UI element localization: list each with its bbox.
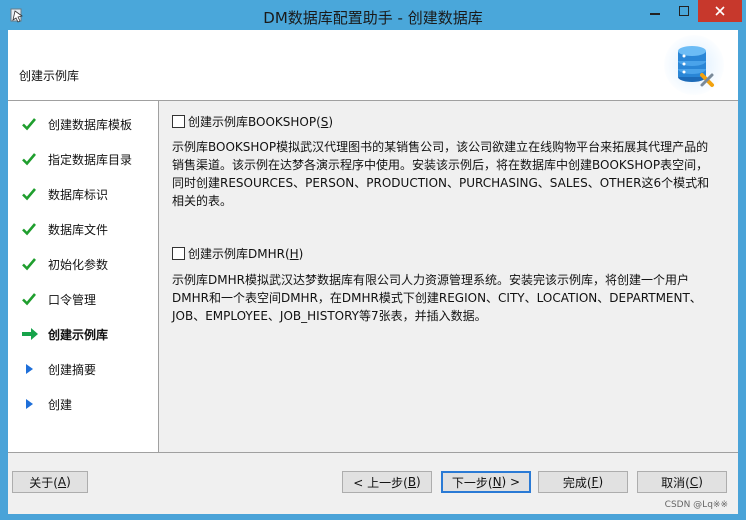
step-summary: 创建摘要 xyxy=(22,359,96,379)
bookshop-description: 示例库BOOKSHOP模拟武汉代理图书的某销售公司，该公司欲建立在线购物平台来拓… xyxy=(172,138,717,210)
dmhr-description: 示例库DMHR模拟武汉达梦数据库有限公司人力资源管理系统。安装完该示例库，将创建… xyxy=(172,271,717,325)
bookshop-checkbox-label[interactable]: 创建示例库BOOKSHOP(S) xyxy=(188,113,333,130)
next-button[interactable]: 下一步(N) > xyxy=(441,471,531,493)
step-sidebar: 创建数据库模板 指定数据库目录 数据库标识 数据库文件 初始化参数 口令管理 创… xyxy=(8,101,159,452)
dmhr-checkbox[interactable] xyxy=(172,247,185,260)
finish-button[interactable]: 完成(F) xyxy=(538,471,628,493)
check-icon xyxy=(22,116,44,132)
cancel-button[interactable]: 取消(C) xyxy=(637,471,727,493)
desc-line: DMHR和一个表空间DMHR，在DMHR模式下创建REGION、CITY、LOC… xyxy=(172,291,702,305)
footer-divider xyxy=(8,452,738,453)
step-label: 创建 xyxy=(48,397,73,412)
arrow-right-icon xyxy=(22,326,44,342)
close-icon xyxy=(715,6,725,16)
watermark: CSDN @Lq※※ xyxy=(664,500,728,510)
about-button[interactable]: 关于(A) xyxy=(12,471,88,493)
step-label: 创建示例库 xyxy=(48,327,109,342)
desc-line: JOB、EMPLOYEE、JOB_HISTORY等7张表，并插入数据。 xyxy=(172,309,487,323)
check-icon xyxy=(22,256,44,272)
page-title: 创建示例库 xyxy=(19,69,80,83)
step-db-identity: 数据库标识 xyxy=(22,184,108,204)
back-button[interactable]: < 上一步(B) xyxy=(342,471,432,493)
step-label: 创建摘要 xyxy=(48,362,97,377)
step-label: 口令管理 xyxy=(48,292,97,307)
step-create-template: 创建数据库模板 xyxy=(22,114,132,134)
maximize-icon xyxy=(679,6,689,16)
minimize-icon xyxy=(650,13,660,15)
content-panel: 创建示例库BOOKSHOP(S) 示例库BOOKSHOP模拟武汉代理图书的某销售… xyxy=(159,101,738,452)
wizard-client: 创建示例库 创建数据库模板 指定数据库目录 数据库标识 数据库文件 初始化参数 … xyxy=(8,30,738,514)
check-icon xyxy=(22,221,44,237)
step-label: 创建数据库模板 xyxy=(48,117,133,132)
desc-line: 示例库BOOKSHOP模拟武汉代理图书的某销售公司，该公司欲建立在线购物平台来拓… xyxy=(172,140,709,154)
wizard-header: 创建示例库 xyxy=(8,30,738,101)
database-icon xyxy=(664,35,724,95)
check-icon xyxy=(22,151,44,167)
desc-line: 同时创建RESOURCES、PERSON、PRODUCTION、PURCHASI… xyxy=(172,176,710,190)
step-db-files: 数据库文件 xyxy=(22,219,108,239)
step-label: 初始化参数 xyxy=(48,257,109,272)
maximize-button[interactable] xyxy=(670,0,698,22)
step-password: 口令管理 xyxy=(22,289,96,309)
step-label: 数据库文件 xyxy=(48,222,109,237)
window-title: DM数据库配置助手 - 创建数据库 xyxy=(263,9,483,27)
bookshop-checkbox[interactable] xyxy=(172,115,185,128)
desc-line: 销售渠道。该示例在达梦各演示程序中使用。安装该示例后，将在数据库中创建BOOKS… xyxy=(172,158,709,172)
step-directory: 指定数据库目录 xyxy=(22,149,132,169)
close-button[interactable] xyxy=(698,0,742,22)
title-bar: DM数据库配置助手 - 创建数据库 xyxy=(0,0,746,30)
triangle-right-icon xyxy=(22,396,44,412)
minimize-button[interactable] xyxy=(641,0,669,22)
step-sample-db: 创建示例库 xyxy=(22,324,108,344)
check-icon xyxy=(22,186,44,202)
step-label: 数据库标识 xyxy=(48,187,109,202)
step-init-params: 初始化参数 xyxy=(22,254,108,274)
check-icon xyxy=(22,291,44,307)
desc-line: 相关的表。 xyxy=(172,194,233,208)
dmhr-checkbox-label[interactable]: 创建示例库DMHR(H) xyxy=(188,245,303,262)
triangle-right-icon xyxy=(22,361,44,377)
desc-line: 示例库DMHR模拟武汉达梦数据库有限公司人力资源管理系统。安装完该示例库，将创建… xyxy=(172,273,689,287)
step-label: 指定数据库目录 xyxy=(48,152,133,167)
step-create: 创建 xyxy=(22,394,72,414)
